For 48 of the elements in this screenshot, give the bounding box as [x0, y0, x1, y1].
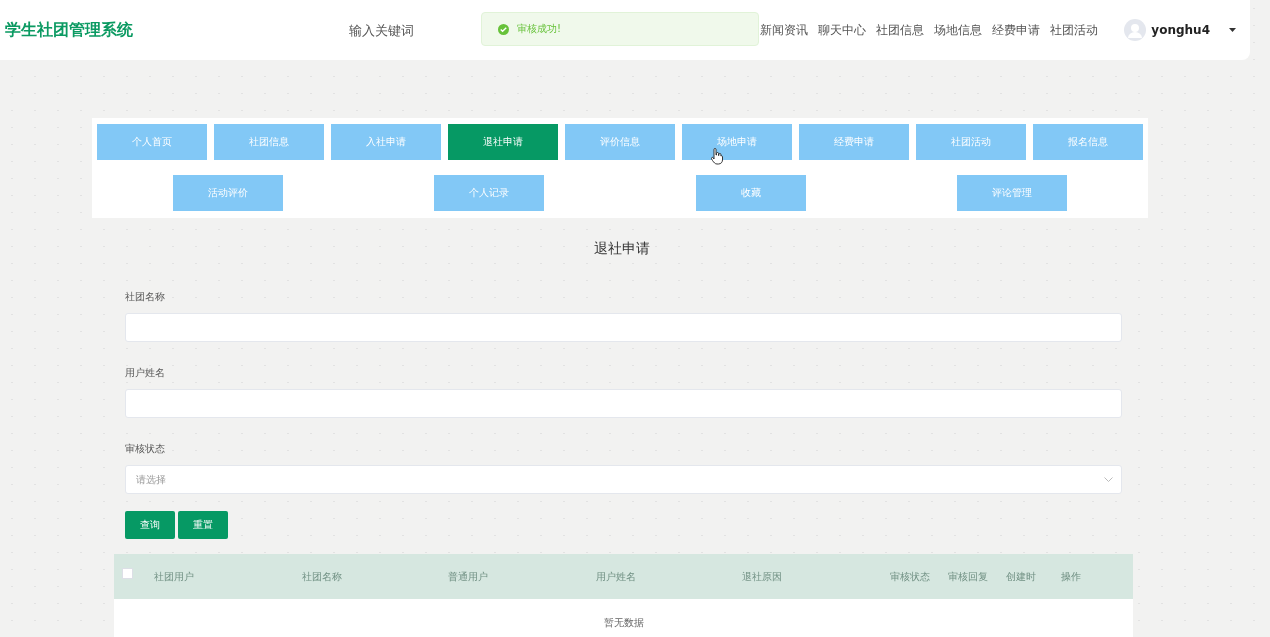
empty-text: 暂无数据 — [603, 617, 644, 628]
input-field[interactable] — [125, 313, 1122, 342]
nav-tab[interactable]: 社团信息 — [214, 124, 324, 160]
nav-tab[interactable]: 个人首页 — [97, 124, 207, 160]
search-field[interactable]: 输入关键词 — [347, 21, 471, 39]
avatar-icon[interactable] — [1124, 19, 1147, 41]
nav-tab[interactable]: 退社申请 — [448, 124, 558, 160]
field-label: 社团名称 — [125, 290, 166, 304]
input-field[interactable] — [125, 389, 1122, 418]
user-name[interactable]: yonghu4 — [1151, 23, 1210, 37]
nav-tab[interactable]: 入社申请 — [331, 124, 441, 160]
chevron-down-icon — [1104, 477, 1113, 482]
hand-cursor-icon — [711, 148, 723, 165]
nav-link[interactable]: 新闻资讯 — [760, 21, 808, 39]
column-header: 社团名称 — [302, 569, 343, 584]
column-header: 审核回复 — [948, 569, 989, 584]
success-toast: 审核成功! — [481, 12, 759, 46]
nav-link[interactable]: 社团信息 — [876, 21, 924, 39]
nav-link[interactable]: 社团活动 — [1050, 21, 1098, 39]
column-header: 退社原因 — [742, 569, 783, 584]
nav-tab[interactable]: 社团活动 — [916, 124, 1026, 160]
field-label: 审核状态 — [125, 442, 166, 456]
column-header: 社团用户 — [154, 569, 195, 584]
column-header: 用户姓名 — [596, 569, 637, 584]
search-button[interactable]: 查询 — [125, 511, 175, 539]
select-all-checkbox[interactable] — [122, 568, 133, 579]
select-field[interactable]: 请选择 — [125, 465, 1122, 494]
nav-link[interactable]: 场地信息 — [934, 21, 982, 39]
column-header: 创建时 — [1006, 569, 1037, 584]
nav-tab[interactable]: 活动评价 — [172, 175, 283, 211]
check-circle-icon — [498, 23, 509, 35]
nav-tab[interactable]: 收藏 — [695, 175, 806, 211]
nav-link[interactable]: 聊天中心 — [818, 21, 866, 39]
nav-tab[interactable]: 场地申请 — [682, 124, 792, 160]
nav-tab[interactable]: 评论管理 — [957, 175, 1068, 211]
app-logo: 学生社团管理系统 — [5, 19, 134, 41]
column-header: 审核状态 — [890, 569, 931, 584]
reset-button[interactable]: 重置 — [178, 511, 228, 539]
column-header: 普通用户 — [448, 569, 489, 584]
nav-tab[interactable]: 报名信息 — [1033, 124, 1143, 160]
nav-tab[interactable]: 个人记录 — [434, 175, 545, 211]
field-label: 用户姓名 — [125, 366, 166, 380]
nav-link[interactable]: 经费申请 — [992, 21, 1040, 39]
page-title: 退社申请 — [594, 240, 650, 256]
caret-icon[interactable] — [1229, 28, 1236, 32]
nav-tab[interactable]: 评价信息 — [565, 124, 675, 160]
nav-tab[interactable]: 经费申请 — [799, 124, 909, 160]
column-header: 操作 — [1061, 569, 1082, 584]
